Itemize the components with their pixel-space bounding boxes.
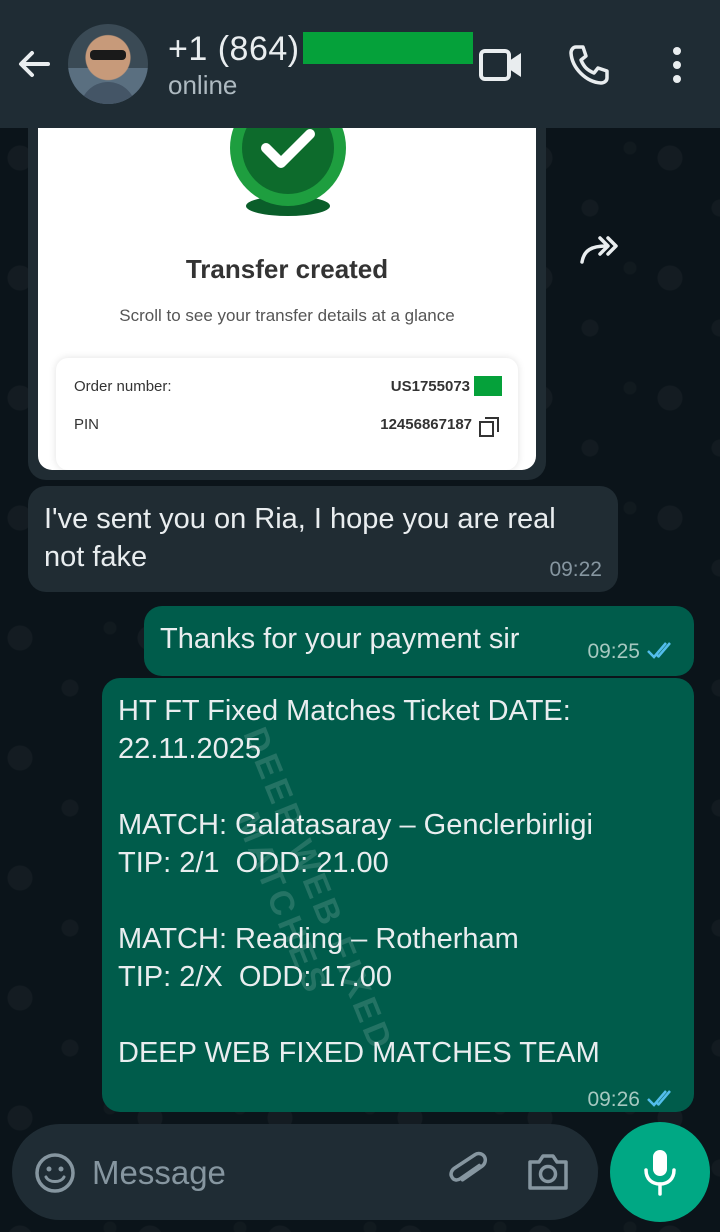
message-time: 09:22 [549,558,602,581]
pin-value: 12456867187 [380,416,472,433]
outgoing-message[interactable]: HT FT Fixed Matches Ticket DATE: 22.11.2… [102,678,694,1112]
chat-header: +1 (864) online [0,0,720,128]
camera-icon [528,1154,568,1190]
order-label: Order number: [74,378,172,395]
phone-icon [569,45,609,85]
forward-icon [580,236,618,264]
contact-status: online [168,70,238,100]
video-call-button[interactable] [478,42,524,88]
contact-name[interactable]: +1 (864) [168,30,300,69]
transfer-details: Order number: US1755073 PIN 12456867187 [56,358,518,470]
mic-icon [644,1150,676,1196]
message-text: HT FT Fixed Matches Ticket DATE: 22.11.2… [118,695,600,1069]
copy-icon [479,417,499,437]
video-call-icon [479,49,521,81]
redaction-bar [474,376,502,396]
avatar[interactable] [68,24,148,104]
incoming-message[interactable]: I've sent you on Ria, I hope you are rea… [28,486,618,592]
transfer-subtitle: Scroll to see your transfer details at a… [119,306,455,325]
message-text: I've sent you on Ria, I hope you are rea… [44,503,556,573]
paperclip-icon [449,1151,488,1182]
voice-record-button[interactable] [610,1122,710,1222]
pin-row: PIN 12456867187 [74,416,500,437]
message-composer [12,1124,598,1220]
message-input[interactable] [90,1144,434,1202]
read-receipt-icon [647,1090,671,1107]
voice-call-button[interactable] [566,42,612,88]
outgoing-message[interactable]: Thanks for your payment sir 09:25 [144,606,694,676]
redaction-bar [303,32,473,64]
order-value: US1755073 [390,378,470,395]
message-time: 09:26 [587,1088,640,1111]
message-time: 09:25 [587,640,640,663]
transfer-screenshot: Transfer created Scroll to see your tran… [38,110,536,470]
image-message[interactable]: Transfer created Scroll to see your tran… [28,110,546,480]
arrow-left-icon [19,51,50,77]
emoji-icon [35,1153,75,1193]
more-vert-icon [673,47,681,83]
transfer-title: Transfer created [185,254,389,284]
forward-button[interactable] [576,226,624,274]
more-options-button[interactable] [654,42,700,88]
order-row: Order number: US1755073 [74,376,502,396]
read-receipt-icon [647,642,671,659]
emoji-button[interactable] [34,1152,76,1199]
attach-button[interactable] [448,1150,492,1199]
back-button[interactable] [14,44,54,84]
camera-button[interactable] [526,1150,570,1199]
pin-label: PIN [74,416,100,433]
